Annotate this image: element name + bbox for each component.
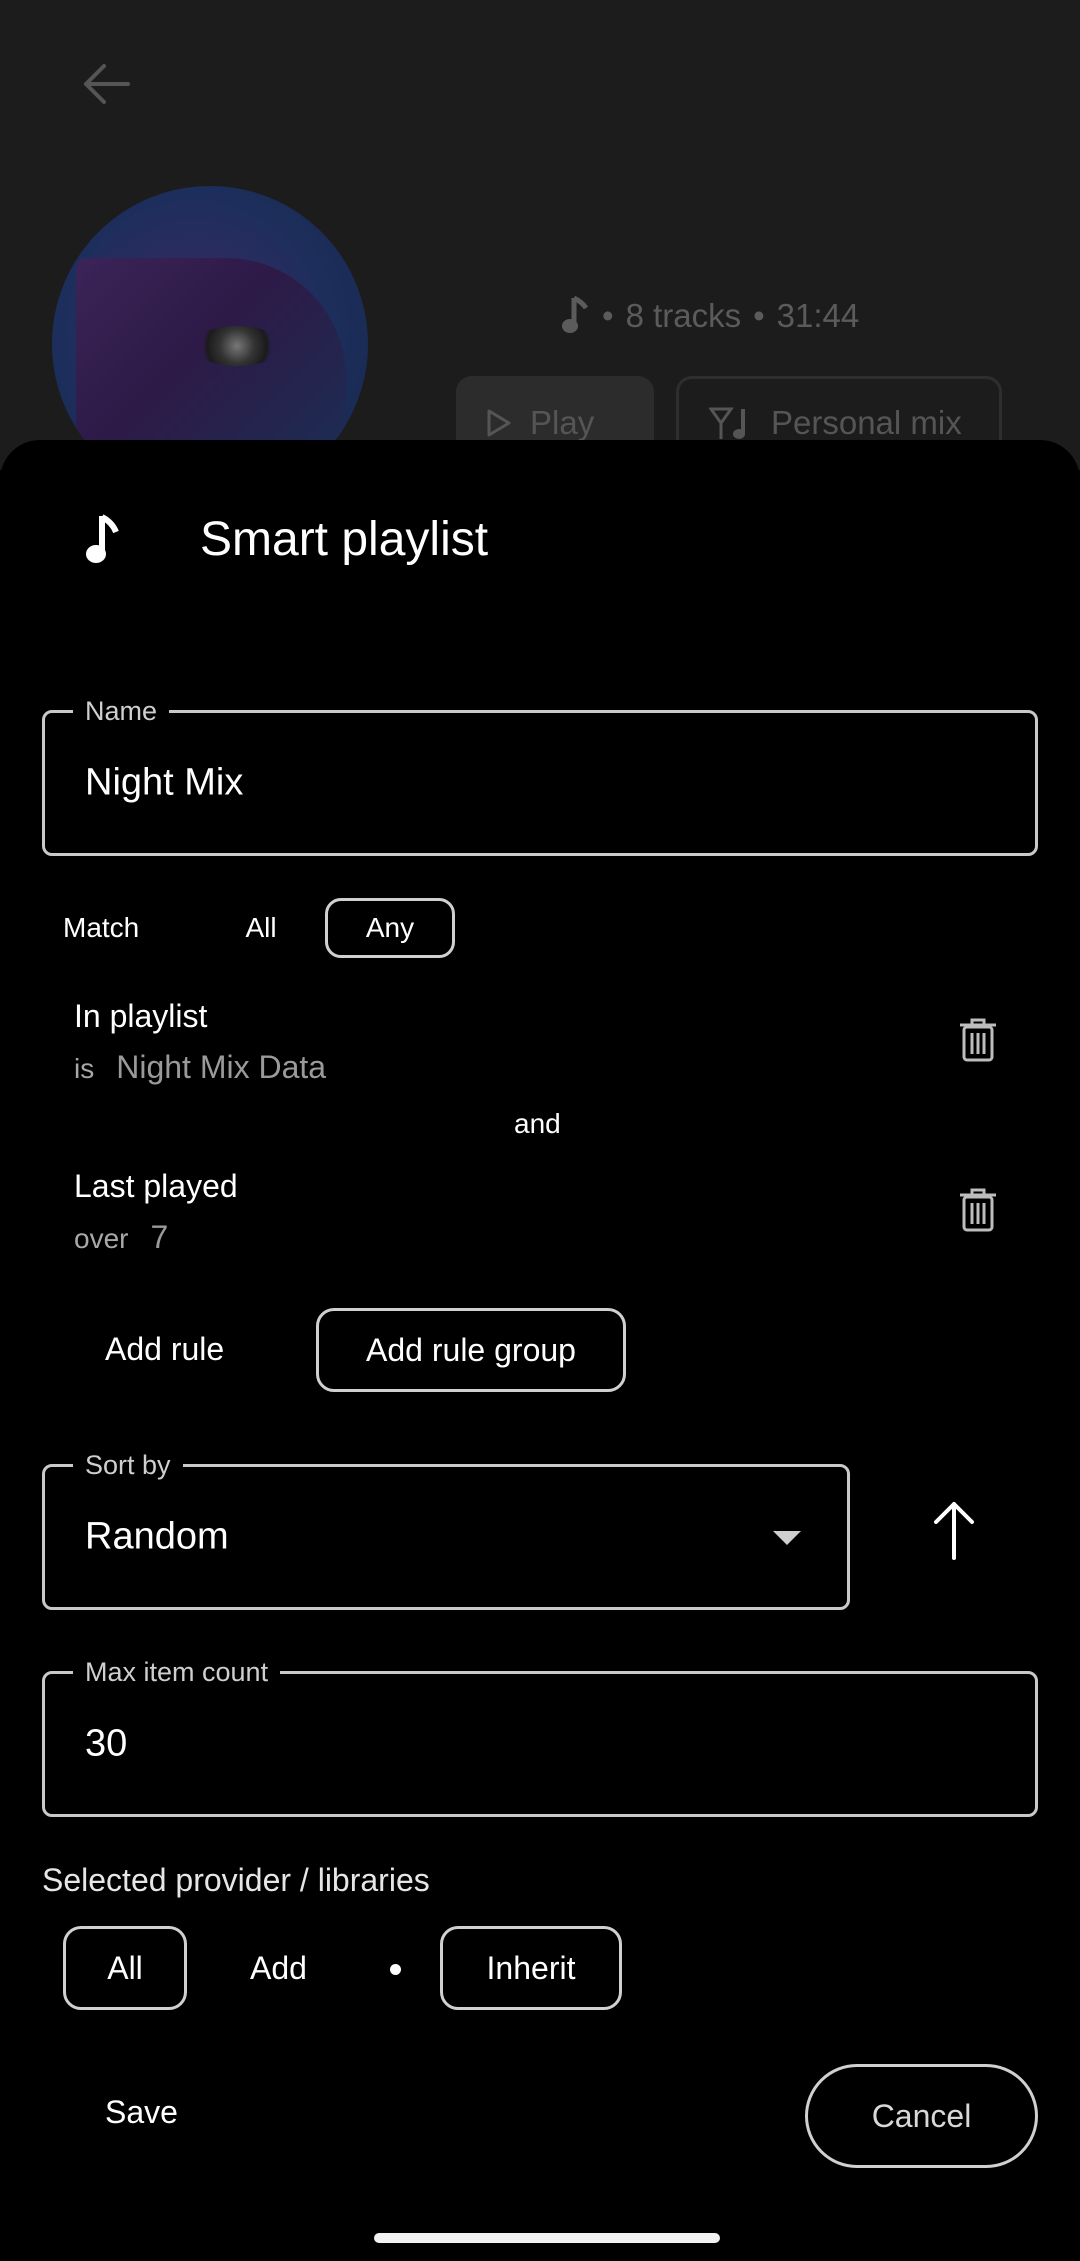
rule-value: 7 — [150, 1219, 169, 1255]
rule-operator: is — [74, 1053, 95, 1084]
play-button-label: Play — [530, 404, 595, 441]
sort-direction-arrow-icon[interactable] — [932, 1500, 976, 1560]
separator-dot — [390, 1964, 401, 1975]
home-indicator — [374, 2233, 720, 2243]
sort-by-dropdown[interactable]: Sort by Random — [42, 1449, 850, 1610]
sort-by-value: Random — [85, 1515, 229, 1558]
max-item-count-field[interactable]: Max item count 30 — [42, 1656, 1038, 1817]
match-option-any[interactable]: Any — [325, 898, 455, 958]
play-icon — [487, 409, 511, 437]
rule-title: Last played — [74, 1168, 238, 1204]
providers-inherit-button[interactable]: Inherit — [440, 1926, 622, 2010]
track-info: • 8 tracks • 31:44 — [560, 296, 859, 336]
name-field-value: Night Mix — [85, 761, 244, 804]
providers-add-button[interactable]: Add — [250, 1950, 307, 1987]
name-field-label: Name — [73, 695, 170, 727]
back-arrow-icon[interactable] — [78, 56, 134, 112]
rule-item[interactable]: In playlist is Night Mix Data — [74, 998, 326, 1086]
rule-operator: over — [74, 1223, 129, 1254]
rule-value: Night Mix Data — [116, 1049, 327, 1085]
cancel-button[interactable]: Cancel — [805, 2064, 1038, 2168]
track-count: 8 tracks — [625, 297, 742, 334]
save-button[interactable]: Save — [105, 2094, 178, 2131]
sheet-header: Smart playlist — [84, 512, 488, 567]
music-note-icon — [562, 296, 589, 333]
rule-item[interactable]: Last played over 7 — [74, 1168, 238, 1256]
personal-mix-label: Personal mix — [771, 404, 962, 441]
match-selector: Match All Any — [63, 898, 455, 958]
separator-dot: • — [753, 297, 765, 334]
delete-rule-icon[interactable] — [958, 1018, 998, 1062]
add-rule-button[interactable]: Add rule — [105, 1331, 224, 1368]
mix-icon — [709, 407, 745, 439]
providers-section-label: Selected provider / libraries — [42, 1862, 430, 1898]
providers-all-button[interactable]: All — [63, 1926, 187, 2010]
max-item-count-value: 30 — [85, 1722, 128, 1765]
delete-rule-icon[interactable] — [958, 1188, 998, 1232]
rule-title: In playlist — [74, 998, 208, 1034]
sheet-title: Smart playlist — [200, 513, 489, 566]
name-field[interactable]: Name Night Mix — [42, 695, 1038, 856]
max-item-count-label: Max item count — [73, 1656, 281, 1688]
background-page: • 8 tracks • 31:44 Play Personal mix — [0, 0, 1080, 502]
rule-conjunction: and — [514, 1108, 561, 1139]
playlist-duration: 31:44 — [776, 297, 860, 334]
match-label: Match — [63, 912, 140, 943]
music-note-icon — [86, 513, 119, 563]
sort-by-label: Sort by — [73, 1449, 183, 1481]
separator-dot: • — [602, 297, 614, 334]
dropdown-arrow-icon — [773, 1531, 801, 1545]
add-rule-group-button[interactable]: Add rule group — [316, 1308, 626, 1392]
smart-playlist-sheet: Smart playlist Name Night Mix Match All … — [0, 440, 1080, 2261]
match-option-all[interactable]: All — [211, 898, 311, 958]
